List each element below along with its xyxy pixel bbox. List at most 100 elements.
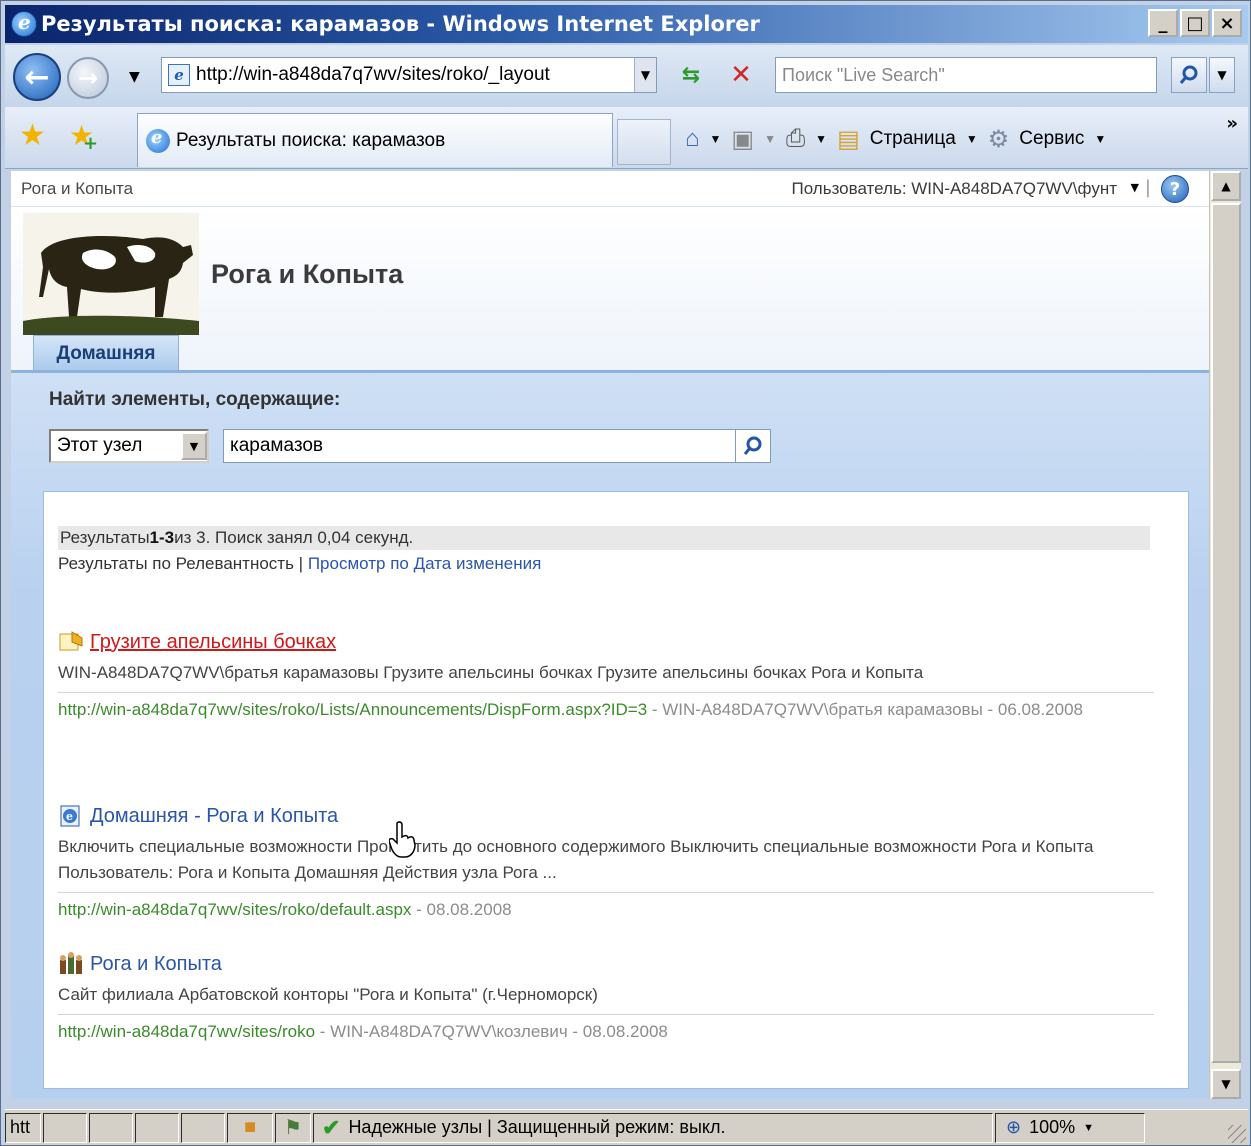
back-button[interactable]: ← xyxy=(13,53,61,101)
address-url[interactable]: http://win-a848da7q7wv/sites/roko/_layou… xyxy=(196,64,634,86)
result-title-link[interactable]: Грузите апельсины бочках xyxy=(90,631,336,654)
search-options-dropdown[interactable]: ▼ xyxy=(1209,57,1235,93)
live-search-input[interactable]: Поиск "Live Search" xyxy=(775,57,1157,93)
tools-menu-button[interactable]: Сервис xyxy=(1019,128,1084,150)
result-url[interactable]: http://win-a848da7q7wv/sites/roko/defaul… xyxy=(58,900,411,919)
scroll-down-arrow-icon[interactable]: ▼ xyxy=(1211,1069,1241,1099)
checkmark-icon: ✔ xyxy=(322,1114,341,1140)
command-buttons: ⌂ ▼ ▣ ▼ ⎙ ▼ ▤ Страница ▼ ⚙ Сервис ▼ xyxy=(685,121,1106,157)
refresh-button[interactable]: ⇆ xyxy=(671,57,711,93)
addons-icon[interactable]: ⚑ xyxy=(284,1115,302,1140)
breadcrumb-site-link[interactable]: Рога и Копыта xyxy=(21,179,133,199)
home-dropdown-icon[interactable]: ▼ xyxy=(710,132,722,146)
scope-select[interactable]: Этот узел ▼ xyxy=(49,429,209,463)
print-dropdown-icon[interactable]: ▼ xyxy=(815,132,827,146)
help-icon[interactable]: ? xyxy=(1161,175,1189,203)
feeds-icon[interactable]: ▣ xyxy=(731,125,754,154)
cow-logo xyxy=(23,213,199,335)
scope-dropdown-icon[interactable]: ▼ xyxy=(181,432,207,460)
result-description: WIN-A848DA7Q7WV\братья карамазовы Грузит… xyxy=(58,663,924,682)
zoom-wrap: ⊕ 100% ▼ xyxy=(996,1117,1104,1138)
zoom-magnifier-icon: ⊕ xyxy=(1006,1117,1022,1137)
result-title-link[interactable]: Рога и Копыта xyxy=(90,953,222,976)
stop-button[interactable]: ✕ xyxy=(723,57,759,93)
result-description: Включить специальные возможности Пропуст… xyxy=(58,837,1094,882)
title-bar: Результаты поиска: карамазов - Windows I… xyxy=(5,5,1248,43)
page-dropdown-icon[interactable]: ▼ xyxy=(966,132,978,146)
result-divider xyxy=(58,1014,1154,1015)
status-cell: ■ xyxy=(227,1112,273,1143)
result-date: - 08.08.2008 xyxy=(411,900,512,919)
home-icon[interactable]: ⌂ xyxy=(685,125,700,153)
sort-current: Результаты по Релевантность xyxy=(58,554,294,573)
scroll-thumb[interactable] xyxy=(1211,203,1241,1063)
result-url[interactable]: http://win-a848da7q7wv/sites/roko/Lists/… xyxy=(58,700,647,719)
tools-dropdown-icon[interactable]: ▼ xyxy=(1094,132,1106,146)
window-controls: _ □ × xyxy=(1148,9,1242,37)
svg-text:e: e xyxy=(66,810,73,823)
ie-logo-icon xyxy=(11,10,37,37)
tab-ie-icon xyxy=(146,127,170,153)
zoom-dropdown-icon[interactable]: ▼ xyxy=(1083,1122,1094,1134)
site-title: Рога и Копыта xyxy=(211,259,404,289)
result-title-link[interactable]: Домашняя - Рога и Копыта xyxy=(90,805,338,828)
address-bar[interactable]: e http://win-a848da7q7wv/sites/roko/_lay… xyxy=(161,57,657,93)
search-area: Найти элементы, содержащие: Этот узел ▼ … xyxy=(11,373,1209,1099)
query-search-button[interactable] xyxy=(735,429,771,463)
results-stats: Результаты 1-3 из 3. Поиск занял 0,04 се… xyxy=(58,526,1150,550)
address-dropdown-icon[interactable]: ▼ xyxy=(634,58,656,92)
tab-label: Результаты поиска: карамазов xyxy=(176,129,446,151)
feeds-dropdown-icon[interactable]: ▼ xyxy=(764,132,776,146)
result-meta: http://win-a848da7q7wv/sites/roko/Lists/… xyxy=(58,697,1154,723)
result-url[interactable]: http://win-a848da7q7wv/sites/roko xyxy=(58,1022,315,1041)
minimize-button[interactable]: _ xyxy=(1148,9,1178,37)
query-input[interactable]: карамазов xyxy=(223,429,737,463)
page-content: Рога и Копыта Пользователь: WIN-A848DA7Q… xyxy=(11,171,1209,1099)
status-cell xyxy=(43,1112,87,1143)
sort-by-date-link[interactable]: Просмотр по Дата изменения xyxy=(308,554,541,573)
divider: | xyxy=(1144,177,1151,198)
status-text: htt xyxy=(5,1112,41,1143)
forward-button[interactable]: → xyxy=(67,57,109,99)
web-page-icon: e xyxy=(60,805,80,827)
security-lock-icon[interactable]: ■ xyxy=(244,1116,256,1139)
tab-home[interactable]: Домашняя xyxy=(33,335,179,371)
security-zone[interactable]: ✔ Надежные узлы | Защищенный режим: выкл… xyxy=(313,1112,993,1143)
magnifier-icon xyxy=(1179,65,1198,84)
vertical-scrollbar[interactable]: ▲ ▼ xyxy=(1209,171,1241,1099)
stats-prefix: Результаты xyxy=(60,528,150,547)
new-tab-button[interactable] xyxy=(617,119,671,165)
status-bar: htt ■ ⚑ ✔ Надежные узлы | Защищенный реж… xyxy=(5,1109,1248,1145)
favorites-star-icon[interactable]: ★ xyxy=(19,121,51,153)
sort-separator: | xyxy=(293,554,308,573)
zoom-control[interactable]: ⊕ 100% ▼ xyxy=(995,1112,1145,1143)
gear-icon: ⚙ xyxy=(987,125,1010,153)
status-cell xyxy=(135,1112,179,1143)
result-author-date: - WIN-A848DA7Q7WV\братья карамазовы - 06… xyxy=(647,700,1083,719)
tab-search-results[interactable]: Результаты поиска: карамазов xyxy=(137,113,613,167)
close-button[interactable]: × xyxy=(1212,9,1242,37)
result-title-row: e Домашняя - Рога и Копыта xyxy=(58,804,1154,828)
result-divider xyxy=(58,892,1154,893)
resize-grip[interactable] xyxy=(1228,1125,1246,1143)
announcement-icon xyxy=(59,631,83,651)
history-dropdown-icon[interactable]: ▼ xyxy=(129,69,140,85)
scroll-up-arrow-icon[interactable]: ▲ xyxy=(1211,171,1241,201)
user-menu[interactable]: Пользователь: WIN-A848DA7Q7WV\фунт xyxy=(792,179,1118,199)
sharepoint-top-bar: Рога и Копыта Пользователь: WIN-A848DA7Q… xyxy=(11,171,1209,207)
site-icon xyxy=(60,952,82,974)
zone-label-wrap: ✔ Надежные узлы | Защищенный режим: выкл… xyxy=(314,1115,733,1141)
add-favorite-icon[interactable]: ★ xyxy=(69,121,101,160)
hand-cursor-icon xyxy=(389,821,416,858)
results-panel: Результаты 1-3 из 3. Поиск занял 0,04 се… xyxy=(43,491,1189,1089)
chevron-more-icon[interactable]: » xyxy=(1226,113,1238,134)
search-go-button[interactable] xyxy=(1171,57,1207,93)
page-icon: e xyxy=(168,64,190,86)
search-result: Рога и Копыта Сайт филиала Арбатовской к… xyxy=(58,952,1154,1045)
user-dropdown-icon[interactable]: ▼ xyxy=(1131,181,1139,194)
result-title-row: Грузите апельсины бочках xyxy=(58,630,1154,654)
command-toolbar: ★ ★ Результаты поиска: карамазов ⌂ ▼ ▣ ▼… xyxy=(5,107,1248,169)
maximize-button[interactable]: □ xyxy=(1180,9,1210,37)
page-menu-button[interactable]: Страница xyxy=(870,128,956,150)
print-icon[interactable]: ⎙ xyxy=(786,125,805,153)
